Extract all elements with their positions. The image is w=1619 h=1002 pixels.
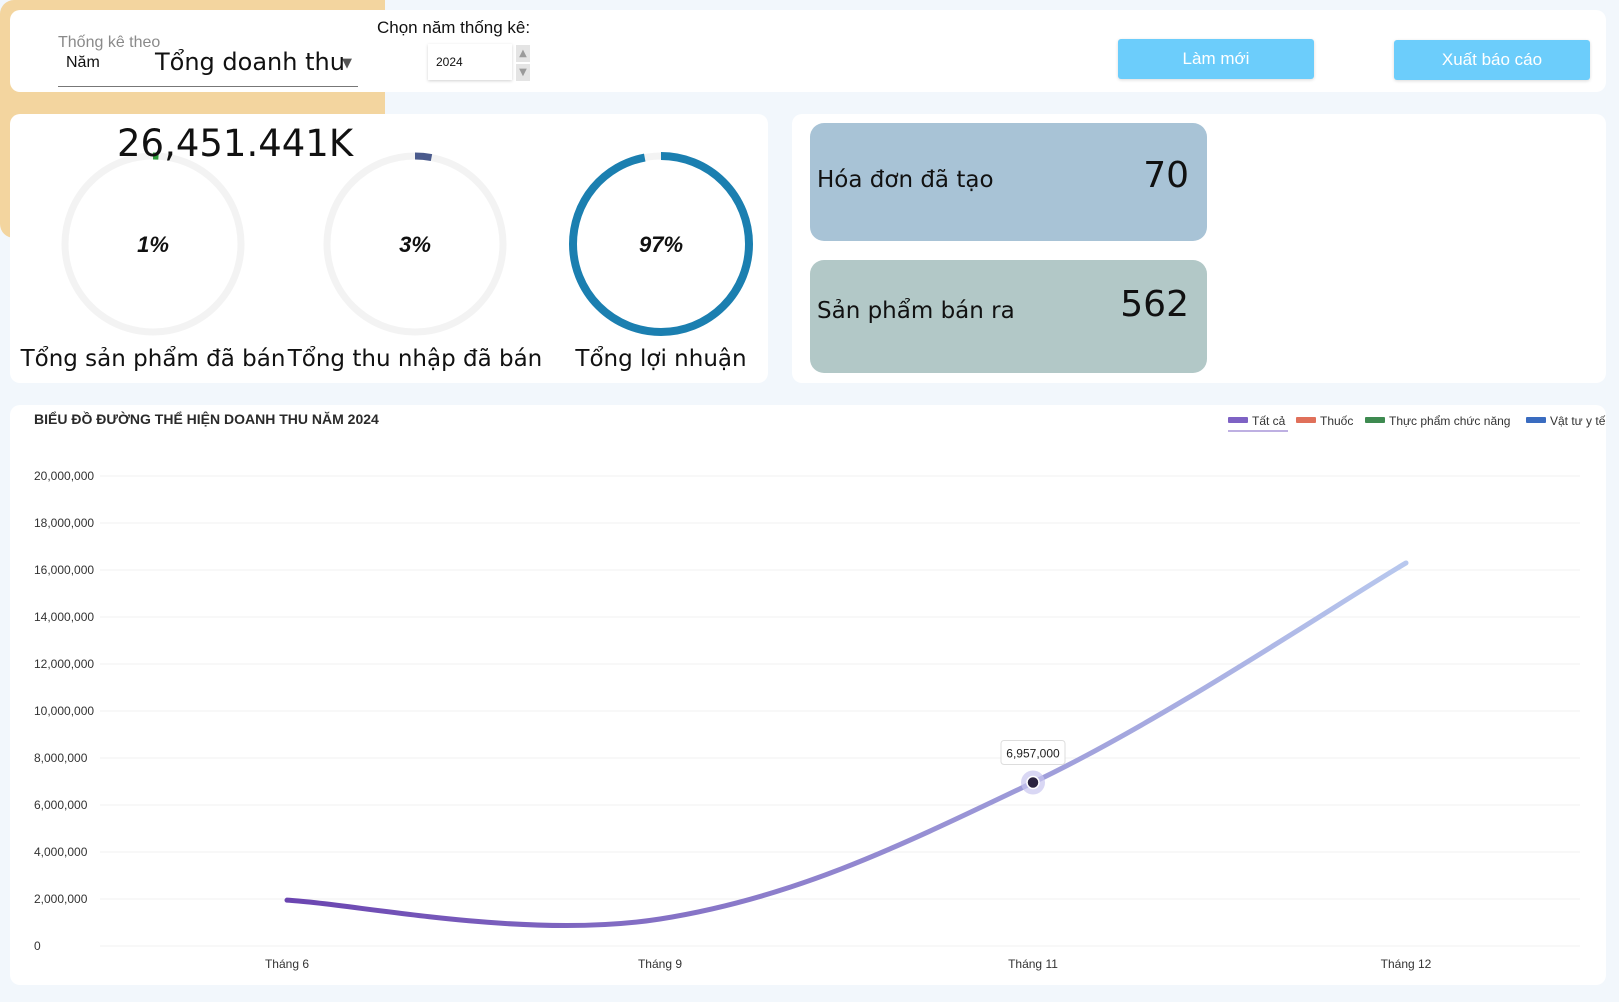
legend-item[interactable]: Vật tư y tế [1526,414,1606,428]
y-tick-label: 16,000,000 [34,563,94,577]
y-tick-label: 12,000,000 [34,657,94,671]
legend-item[interactable]: Tất cả [1228,414,1288,432]
legend-label: Tất cả [1252,414,1286,428]
y-tick-label: 18,000,000 [34,516,94,530]
data-point[interactable] [1403,560,1409,566]
y-tick-label: 20,000,000 [34,469,94,483]
y-tick-label: 10,000,000 [34,704,94,718]
legend-swatch [1228,417,1248,423]
legend-label: Thuốc [1320,414,1353,428]
data-point[interactable] [657,916,663,922]
highlight-point[interactable] [1026,775,1040,790]
x-tick-label: Tháng 12 [1381,957,1432,971]
x-tick-label: Tháng 6 [265,957,309,971]
legend-swatch [1365,417,1385,423]
y-tick-label: 6,000,000 [34,798,88,812]
legend-swatch [1296,417,1316,423]
y-tick-label: 14,000,000 [34,610,94,624]
y-tick-label: 4,000,000 [34,845,88,859]
y-tick-label: 0 [34,939,41,953]
legend-label: Vật tư y tế [1550,414,1606,428]
x-tick-label: Tháng 11 [1008,957,1058,971]
revenue-line-chart: 20,000,000 18,000,000 16,000,000 14,000,000… [34,414,1606,971]
legend-swatch [1526,417,1546,423]
y-tick-label: 8,000,000 [34,751,88,765]
legend-item[interactable]: Thuốc [1296,414,1353,428]
x-tick-label: Tháng 9 [638,957,682,971]
legend-label: Thực phẩm chức năng [1389,414,1510,428]
tooltip-value: 6,957,000 [1006,747,1060,761]
legend-item[interactable]: Thực phẩm chức năng [1365,414,1510,428]
y-tick-label: 2,000,000 [34,892,88,906]
data-point[interactable] [284,897,290,903]
